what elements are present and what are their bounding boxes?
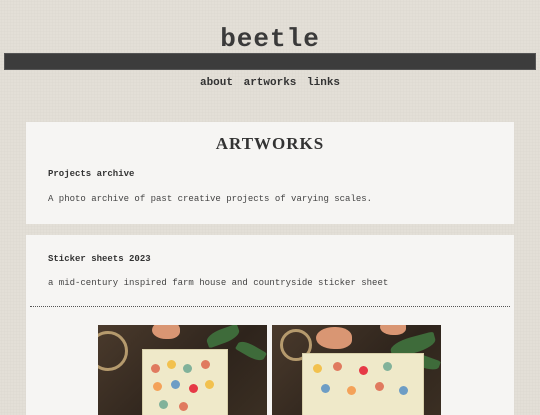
main-nav: about artworks links xyxy=(0,77,540,89)
projects-archive-description: A photo archive of past creative project… xyxy=(48,194,373,204)
site-title: beetle xyxy=(220,24,320,54)
artworks-card: ARTWORKS Projects archive A photo archiv… xyxy=(26,122,514,224)
nav-link-artworks[interactable]: artworks xyxy=(244,77,297,89)
nav-link-links[interactable]: links xyxy=(307,77,340,89)
nav-link-about[interactable]: about xyxy=(200,77,233,89)
divider xyxy=(30,306,510,307)
sticker-photo-1[interactable] xyxy=(98,325,267,415)
sticker-sheets-card: Sticker sheets 2023 a mid-century inspir… xyxy=(26,235,514,415)
sticker-sheets-title[interactable]: Sticker sheets 2023 xyxy=(48,254,151,264)
sticker-photo-2[interactable] xyxy=(272,325,441,415)
projects-archive-title[interactable]: Projects archive xyxy=(48,169,134,179)
title-bar xyxy=(4,53,536,70)
page-title: ARTWORKS xyxy=(215,134,325,153)
sticker-sheets-description: a mid-century inspired farm house and co… xyxy=(48,278,389,288)
